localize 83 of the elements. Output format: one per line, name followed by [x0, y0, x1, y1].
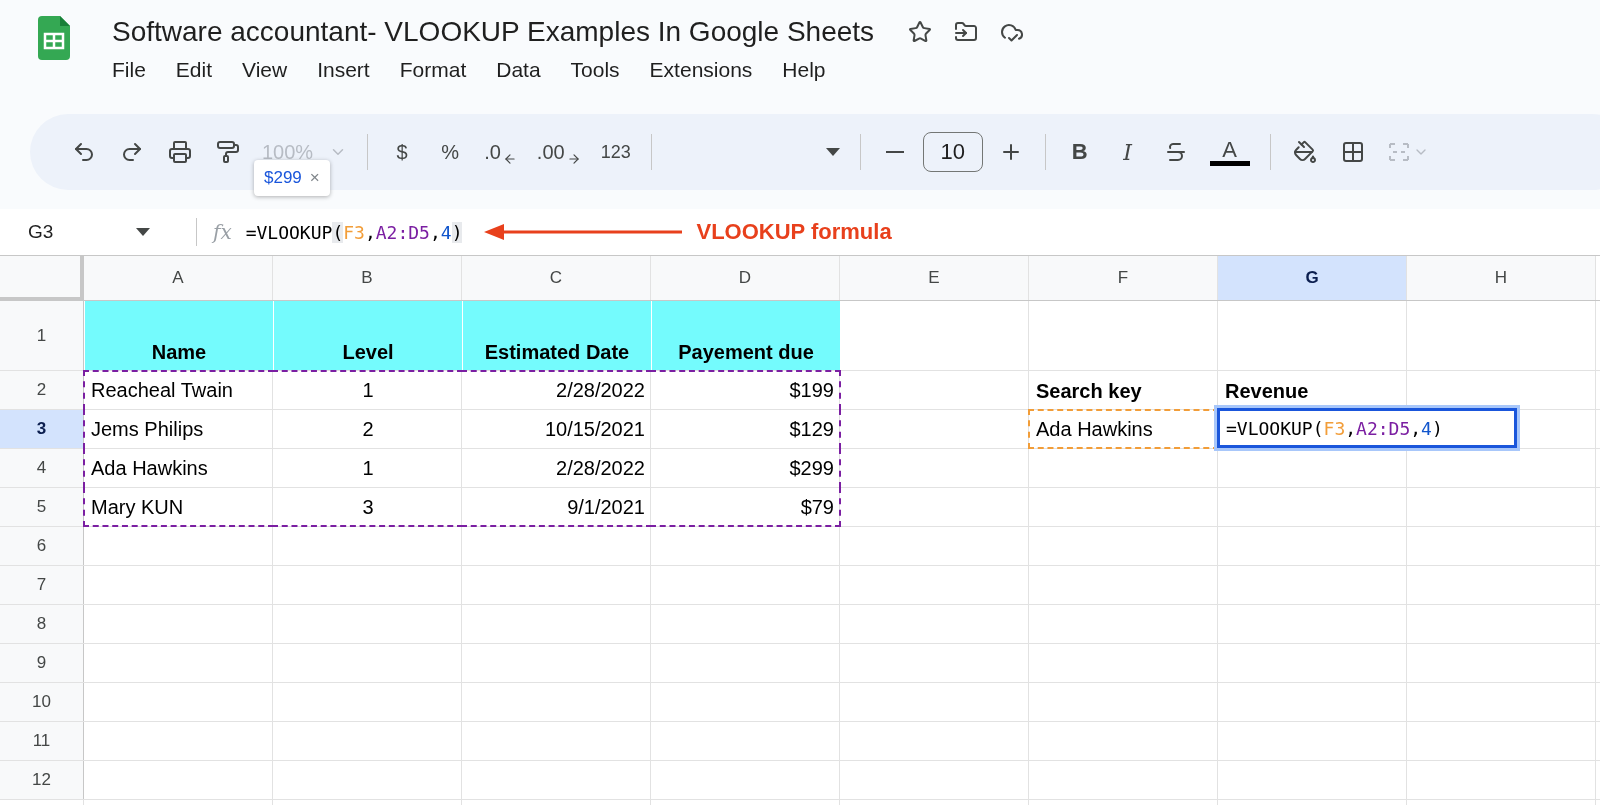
- currency-button[interactable]: $: [382, 132, 423, 172]
- table-cell: Estimated Date: [463, 301, 651, 370]
- column-header[interactable]: F: [1029, 256, 1217, 300]
- table-cell: Ada Hawkins: [85, 449, 273, 487]
- row-header[interactable]: 2: [0, 371, 84, 409]
- table-cell: Jems Philips: [85, 410, 273, 448]
- table-cell: $199: [652, 371, 840, 409]
- row-header[interactable]: 10: [0, 683, 84, 721]
- table-cell: $299: [652, 449, 840, 487]
- column-header[interactable]: G: [1218, 256, 1406, 300]
- column-header[interactable]: C: [462, 256, 650, 300]
- menu-item[interactable]: Tools: [570, 58, 620, 82]
- table-cell-text: Revenue: [1224, 379, 1310, 404]
- table-cell-text: Search key: [1035, 379, 1143, 404]
- column-header[interactable]: H: [1407, 256, 1595, 300]
- table-cell: 3: [274, 488, 462, 526]
- name-box[interactable]: G3: [28, 221, 54, 243]
- table-cell: 2/28/2022: [463, 371, 651, 409]
- table-cell: Payement due: [652, 301, 840, 370]
- merge-icon: [1386, 140, 1411, 164]
- column-header[interactable]: D: [651, 256, 839, 300]
- table-cell-text: 1: [361, 456, 375, 481]
- row-header[interactable]: 6: [0, 527, 84, 565]
- column-header[interactable]: B: [273, 256, 461, 300]
- row-header[interactable]: 3: [0, 410, 84, 448]
- redo-icon: [120, 140, 144, 164]
- row-header[interactable]: 4: [0, 449, 84, 487]
- row-header[interactable]: 9: [0, 644, 84, 682]
- row-header[interactable]: 11: [0, 722, 84, 760]
- menu-item[interactable]: Format: [399, 58, 467, 82]
- column-header[interactable]: E: [840, 256, 1028, 300]
- menu-item[interactable]: View: [242, 58, 288, 82]
- font-size-field[interactable]: 10: [922, 132, 983, 172]
- sheets-logo-icon[interactable]: [38, 16, 70, 60]
- increase-decimals-button[interactable]: .00: [530, 132, 587, 172]
- table-cell-text: 2/28/2022: [555, 456, 646, 481]
- menu-item[interactable]: Edit: [175, 58, 213, 82]
- column-header[interactable]: A: [84, 256, 272, 300]
- menu-item[interactable]: Data: [496, 58, 541, 82]
- tooltip-close[interactable]: ×: [309, 168, 320, 188]
- tooltip-value: $299: [264, 168, 302, 188]
- row-header[interactable]: 12: [0, 761, 84, 799]
- arrow-right-icon: [566, 152, 581, 166]
- menu-item[interactable]: Extensions: [649, 58, 753, 82]
- grid-icon: [1340, 140, 1365, 164]
- table-cell-text: 2: [361, 417, 375, 442]
- annotation-label: VLOOKUP formula: [696, 219, 892, 245]
- row-header[interactable]: 5: [0, 488, 84, 526]
- star-icon[interactable]: [908, 20, 933, 44]
- formula-input[interactable]: =VLOOKUP(F3,A2:D5,4): [245, 221, 463, 243]
- row-header[interactable]: 7: [0, 566, 84, 604]
- text-color-button[interactable]: A: [1203, 132, 1256, 172]
- row-header[interactable]: 1: [0, 301, 84, 370]
- decrease-decimals-button[interactable]: .0: [478, 132, 523, 172]
- table-cell: Level: [274, 301, 462, 370]
- table-cell-text: 10/15/2021: [543, 417, 646, 442]
- percent-button[interactable]: %: [430, 132, 471, 172]
- italic-button[interactable]: I: [1107, 132, 1148, 172]
- paint-roller-icon: [216, 140, 240, 164]
- table-cell: Mary KUN: [85, 488, 273, 526]
- bold-button[interactable]: B: [1059, 132, 1100, 172]
- undo-icon: [72, 140, 96, 164]
- table-cell: $79: [652, 488, 840, 526]
- folder-arrow-icon[interactable]: [954, 20, 979, 44]
- arrow-left-icon: [502, 152, 517, 166]
- table-cell: Name: [85, 301, 273, 370]
- table-cell: 9/1/2021: [463, 488, 651, 526]
- table-cell: 1: [274, 371, 462, 409]
- menu-item[interactable]: File: [112, 58, 146, 82]
- table-cell: $129: [652, 410, 840, 448]
- printer-icon: [168, 140, 192, 164]
- caret-icon: [825, 148, 840, 156]
- menu-item[interactable]: Help: [782, 58, 826, 82]
- fx-label: fx: [213, 220, 232, 244]
- cell-editor[interactable]: =VLOOKUP(F3,A2:D5,4): [1217, 408, 1517, 448]
- row-header[interactable]: 8: [0, 605, 84, 643]
- minus-icon: [885, 151, 904, 153]
- table-cell: Reacheal Twain: [85, 371, 273, 409]
- document-title[interactable]: Software accountant- VLOOKUP Examples In Google Sheets: [112, 16, 875, 48]
- menu-item[interactable]: Insert: [317, 58, 370, 82]
- more-formats-button[interactable]: 123: [594, 132, 637, 172]
- caret-icon: [136, 228, 150, 236]
- paint-bucket-icon: [1292, 140, 1317, 164]
